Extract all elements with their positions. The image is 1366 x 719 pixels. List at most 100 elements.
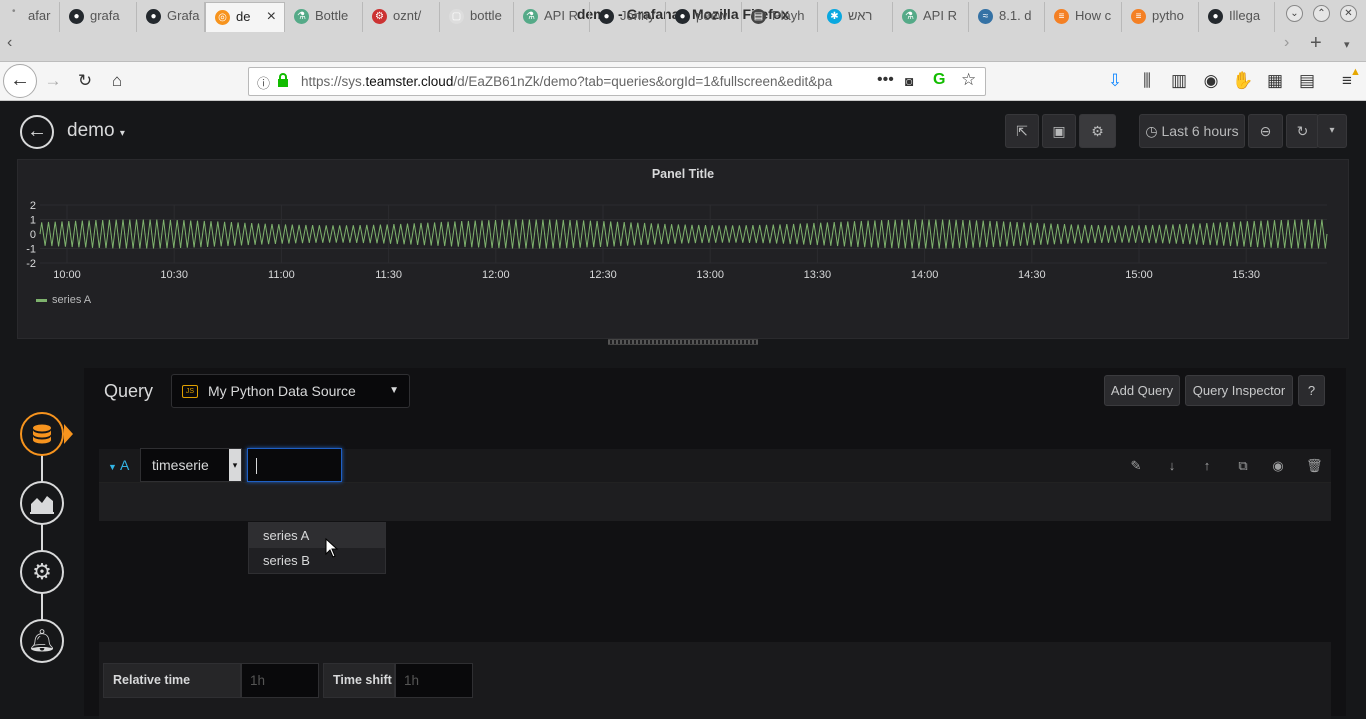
- dropdown-option-series-a[interactable]: series A: [249, 523, 385, 548]
- refresh-icon[interactable]: ↻: [1286, 114, 1319, 148]
- extension-icon[interactable]: ✋: [1232, 70, 1254, 92]
- x-tick-label: 11:00: [268, 269, 295, 281]
- flask-icon: ⚗: [902, 9, 917, 24]
- browser-tab[interactable]: ✱ ראש: [818, 2, 893, 32]
- extensions-grid-icon[interactable]: ▦: [1264, 70, 1286, 92]
- settings-gear-icon[interactable]: ⚙: [1079, 114, 1116, 148]
- browser-back-icon[interactable]: ←: [3, 64, 37, 98]
- browser-tab[interactable]: ≡ pytho: [1122, 2, 1199, 32]
- general-settings-tab-icon[interactable]: ⚙: [20, 550, 64, 594]
- toggle-visibility-eye-icon[interactable]: ◉: [1270, 458, 1286, 474]
- legend-label: series A: [52, 294, 92, 306]
- y-tick-label: -2: [26, 258, 36, 270]
- browser-tab[interactable]: ▢ bottle: [440, 2, 514, 32]
- query-inspector-button[interactable]: Query Inspector: [1185, 375, 1293, 406]
- browser-tab[interactable]: ⚙ oznt/: [363, 2, 440, 32]
- tab-scroll-left-icon[interactable]: ‹: [7, 34, 12, 52]
- query-collapse-toggle[interactable]: ▼ A: [108, 457, 129, 473]
- graph-panel[interactable]: Panel Title 2 1 0 -1 -2 10:00 10:30 11:00 11:30 1…: [17, 159, 1349, 339]
- lock-icon[interactable]: [277, 73, 289, 87]
- zoom-out-icon[interactable]: ⊖: [1248, 114, 1283, 148]
- y-tick-label: 1: [30, 215, 36, 227]
- page-actions-icon[interactable]: •••: [877, 71, 894, 89]
- duplicate-icon[interactable]: ⧉: [1235, 458, 1251, 474]
- alert-tab-icon[interactable]: 🔔︎: [20, 619, 64, 663]
- relative-time-input[interactable]: 1h: [241, 663, 319, 698]
- site-info-icon[interactable]: ⓘ: [257, 73, 270, 92]
- pocket-icon[interactable]: ◙: [905, 73, 913, 89]
- navigation-bar: ← → ↻ ⌂ ⓘ https://sys.teamster.cloud/d/E…: [0, 62, 1366, 101]
- y-tick-label: 0: [30, 229, 36, 241]
- minimize-icon[interactable]: ⌄: [1286, 5, 1303, 22]
- save-icon[interactable]: ▣: [1042, 114, 1076, 148]
- sidebar-icon[interactable]: ▥: [1168, 70, 1190, 92]
- account-icon[interactable]: ◉: [1200, 70, 1222, 92]
- browser-tab[interactable]: ≡ How c: [1045, 2, 1122, 32]
- bookmark-star-icon[interactable]: ☆: [961, 70, 976, 90]
- x-tick-label: 15:00: [1125, 269, 1153, 281]
- tab-scroll-right-icon[interactable]: ›: [1284, 34, 1289, 52]
- browser-tab[interactable]: ● Jonny: [590, 2, 666, 32]
- browser-tab[interactable]: ≈8.1. d: [969, 2, 1045, 32]
- new-tab-icon[interactable]: +: [1310, 32, 1322, 55]
- browser-tab[interactable]: ● peew: [666, 2, 742, 32]
- maximize-icon[interactable]: ⌃: [1313, 5, 1330, 22]
- edit-pencil-icon[interactable]: ✎: [1128, 458, 1144, 474]
- datasource-select[interactable]: JS My Python Data Source ▼: [171, 374, 410, 408]
- browser-tab[interactable]: ◎ de ×: [205, 2, 285, 32]
- query-type-select[interactable]: timeserie ▾: [140, 448, 242, 482]
- share-icon[interactable]: ⇱: [1005, 114, 1039, 148]
- move-down-icon[interactable]: ↓: [1164, 458, 1180, 474]
- y-tick-label: -1: [26, 244, 36, 256]
- browser-tab[interactable]: ● Illega: [1199, 2, 1275, 32]
- browser-tab[interactable]: ● Grafa: [137, 2, 205, 32]
- x-tick-label: 12:30: [589, 269, 617, 281]
- x-tick-label: 10:00: [53, 269, 81, 281]
- series-line[interactable]: [39, 219, 1328, 249]
- query-ref-id: A: [120, 457, 130, 473]
- tab-label: Playh: [772, 8, 805, 23]
- tab-label: How c: [1075, 8, 1112, 23]
- tab-strip: [0, 30, 1366, 62]
- home-icon[interactable]: ⌂: [106, 70, 128, 92]
- browser-tab[interactable]: ⚗ API R: [514, 2, 590, 32]
- caret-down-icon: ▼: [108, 462, 117, 472]
- delete-trash-icon[interactable]: 🗑︎: [1306, 458, 1323, 474]
- help-button[interactable]: ?: [1298, 375, 1325, 406]
- graph-chart[interactable]: 2 1 0 -1 -2 10:00 10:30 11:00 11:30 12:00 12:30 13:…: [18, 160, 1350, 290]
- reload-icon[interactable]: ↻: [74, 70, 96, 92]
- dashboard-title[interactable]: demo ▾: [67, 120, 125, 142]
- move-up-icon[interactable]: ↑: [1199, 458, 1215, 474]
- queries-tab-icon[interactable]: [20, 412, 64, 456]
- browser-tab[interactable]: afar: [0, 2, 60, 32]
- time-picker-button[interactable]: ◷ Last 6 hours: [1139, 114, 1245, 148]
- browser-tab[interactable]: ▤ Playh: [742, 2, 818, 32]
- reader-icon[interactable]: ▤: [1296, 70, 1318, 92]
- github-icon: ●: [146, 9, 161, 24]
- visualization-tab-icon[interactable]: [20, 481, 64, 525]
- downloads-icon[interactable]: ⇩: [1104, 70, 1126, 92]
- time-shift-input[interactable]: 1h: [395, 663, 473, 698]
- panel-resize-handle[interactable]: [608, 339, 758, 345]
- close-window-icon[interactable]: ✕: [1340, 5, 1357, 22]
- legend-item[interactable]: series A: [36, 294, 91, 306]
- browser-forward-icon[interactable]: →: [42, 70, 64, 92]
- close-tab-icon[interactable]: ×: [267, 3, 276, 31]
- add-query-button[interactable]: Add Query: [1104, 375, 1180, 406]
- library-icon[interactable]: ⫼: [1136, 70, 1158, 92]
- github-icon: ●: [1208, 9, 1223, 24]
- browser-tab[interactable]: ⚗ API R: [893, 2, 969, 32]
- clock-icon: ◷: [1145, 123, 1158, 139]
- dashboard-back-icon[interactable]: ←: [20, 115, 54, 149]
- url-bar[interactable]: ⓘ https://sys.teamster.cloud/d/EaZB61nZk…: [248, 67, 986, 96]
- browser-tab[interactable]: ⚗ Bottle: [285, 2, 363, 32]
- tab-list-icon[interactable]: ▾: [1344, 38, 1350, 51]
- series-target-input[interactable]: [247, 448, 342, 482]
- series-dropdown[interactable]: series A series B: [248, 522, 386, 574]
- url-text[interactable]: https://sys.teamster.cloud/d/EaZB61nZk/d…: [301, 74, 851, 89]
- refresh-interval-dropdown[interactable]: ▾: [1317, 114, 1347, 148]
- dropdown-option-series-b[interactable]: series B: [249, 548, 385, 573]
- query-type-value: timeserie: [152, 457, 209, 473]
- grammarly-icon[interactable]: G: [933, 71, 945, 89]
- browser-tab[interactable]: ● grafa: [60, 2, 137, 32]
